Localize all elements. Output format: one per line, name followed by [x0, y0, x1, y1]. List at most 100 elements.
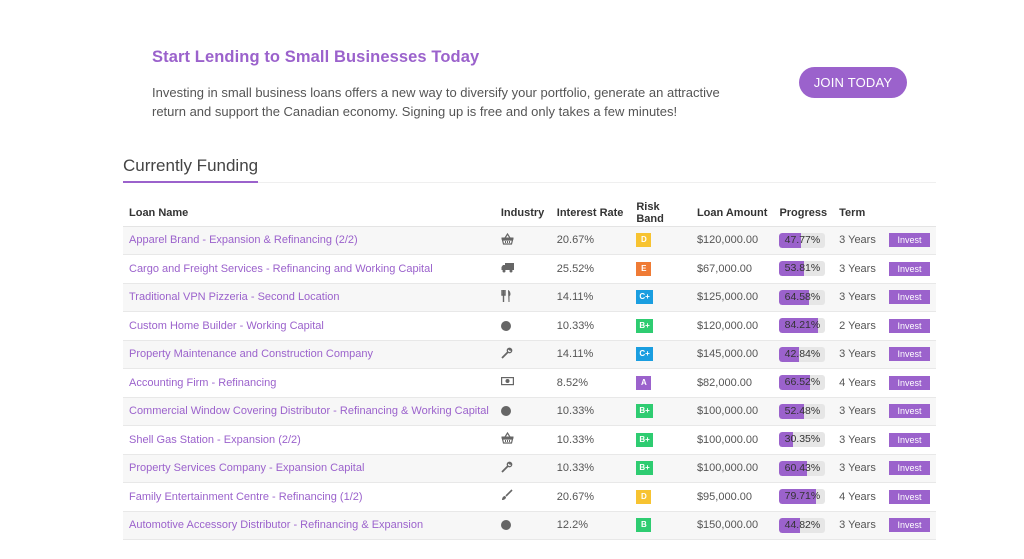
- progress-label: 42.84%: [784, 347, 821, 360]
- loan-name-link[interactable]: Custom Home Builder - Working Capital: [129, 320, 324, 332]
- table-row: Traditional VPN Pizzeria - Second Locati…: [123, 283, 936, 312]
- progress-cell: 53.81%: [773, 254, 834, 284]
- term-cell: 2 Years: [833, 311, 883, 341]
- progress-bar: 30.35%: [779, 432, 826, 448]
- loan-amount-cell: $125,000.00: [690, 283, 774, 312]
- action-cell: Invest: [883, 254, 936, 284]
- invest-button[interactable]: Invest: [889, 489, 930, 504]
- progress-cell: 47.77%: [773, 226, 834, 255]
- risk-band-badge: B+: [636, 404, 653, 419]
- progress-label: 84.21%: [784, 319, 821, 332]
- industry-cell: [494, 311, 551, 341]
- loan-amount-cell: $100,000.00: [690, 425, 774, 455]
- risk-band-badge: A: [636, 375, 652, 390]
- action-cell: Invest: [883, 368, 936, 398]
- loan-amount-cell: $150,000.00: [690, 511, 774, 540]
- invest-button[interactable]: Invest: [889, 432, 930, 447]
- invest-button[interactable]: Invest: [889, 347, 930, 362]
- loans-table: Loan Name Industry Interest Rate Risk Ba…: [123, 200, 936, 540]
- loan-name-cell: Custom Home Builder - Working Capital: [123, 311, 495, 341]
- loan-name-link[interactable]: Accounting Firm - Refinancing: [129, 377, 276, 389]
- header-loan-amount: Loan Amount: [690, 200, 774, 227]
- progress-label: 64.58%: [784, 290, 821, 303]
- progress-cell: 44.82%: [773, 511, 834, 540]
- progress-bar: 66.52%: [779, 375, 826, 391]
- loan-name-link[interactable]: Traditional VPN Pizzeria - Second Locati…: [129, 291, 340, 303]
- loan-name-link[interactable]: Family Entertainment Centre - Refinancin…: [129, 491, 363, 503]
- loan-amount-cell: $67,000.00: [690, 254, 774, 284]
- progress-cell: 60.43%: [773, 454, 834, 483]
- interest-rate-cell: 10.33%: [550, 311, 631, 341]
- term-cell: 3 Years: [833, 454, 883, 483]
- progress-bar: 52.48%: [779, 403, 826, 419]
- table-row: Shell Gas Station - Expansion (2/2) 10.33…: [123, 425, 936, 455]
- action-cell: Invest: [883, 397, 936, 426]
- loan-name-cell: Traditional VPN Pizzeria - Second Locati…: [123, 283, 495, 312]
- progress-cell: 84.21%: [773, 311, 834, 341]
- industry-cell: [494, 511, 551, 540]
- loan-name-link[interactable]: Cargo and Freight Services - Refinancing…: [129, 263, 433, 275]
- loan-name-cell: Cargo and Freight Services - Refinancing…: [123, 254, 495, 284]
- progress-label: 44.82%: [784, 518, 821, 531]
- risk-band-cell: B+: [630, 311, 691, 341]
- term-cell: 3 Years: [833, 283, 883, 312]
- risk-band-badge: B+: [636, 461, 653, 476]
- risk-band-cell: D: [630, 482, 691, 512]
- interest-rate-cell: 12.2%: [550, 511, 631, 540]
- circle-icon: [500, 406, 511, 417]
- invest-button[interactable]: Invest: [889, 290, 930, 305]
- risk-band-cell: E: [630, 254, 691, 284]
- invest-button[interactable]: Invest: [889, 318, 930, 333]
- loan-name-link[interactable]: Apparel Brand - Expansion & Refinancing …: [129, 234, 358, 246]
- progress-label: 52.48%: [784, 404, 821, 417]
- wrench-icon: [501, 461, 513, 473]
- progress-label: 47.77%: [784, 233, 821, 246]
- loan-name-link[interactable]: Property Services Company - Expansion Ca…: [129, 462, 364, 474]
- invest-button[interactable]: Invest: [889, 518, 930, 533]
- loan-name-link[interactable]: Commercial Window Covering Distributor -…: [129, 405, 489, 417]
- invest-button[interactable]: Invest: [889, 404, 930, 419]
- progress-bar: 64.58%: [779, 289, 826, 305]
- loan-name-cell: Property Maintenance and Construction Co…: [123, 340, 495, 369]
- loan-name-cell: Property Services Company - Expansion Ca…: [123, 454, 495, 483]
- interest-rate-cell: 20.67%: [550, 482, 631, 512]
- action-cell: Invest: [883, 454, 936, 483]
- industry-cell: [494, 226, 551, 255]
- header-risk-band: Risk Band: [630, 200, 691, 227]
- action-cell: Invest: [883, 311, 936, 341]
- table-row: Accounting Firm - Refinancing 8.52% A $82,0…: [123, 368, 936, 398]
- risk-band-badge: B: [636, 518, 652, 533]
- loan-name-link[interactable]: Shell Gas Station - Expansion (2/2): [129, 434, 301, 446]
- term-cell: 3 Years: [833, 425, 883, 455]
- industry-cell: [494, 368, 551, 398]
- invest-button[interactable]: Invest: [889, 375, 930, 390]
- loan-amount-cell: $95,000.00: [690, 482, 774, 512]
- invest-button[interactable]: Invest: [889, 233, 930, 248]
- interest-rate-cell: 10.33%: [550, 397, 631, 426]
- join-today-button[interactable]: JOIN TODAY: [799, 67, 907, 98]
- interest-rate-cell: 14.11%: [550, 340, 631, 369]
- wrench-icon: [501, 347, 513, 359]
- table-row: Commercial Window Covering Distributor -…: [123, 397, 936, 426]
- loan-name-link[interactable]: Automotive Accessory Distributor - Refin…: [129, 519, 423, 531]
- header-progress: Progress: [773, 200, 834, 227]
- risk-band-cell: B+: [630, 454, 691, 483]
- term-cell: 4 Years: [833, 368, 883, 398]
- action-cell: Invest: [883, 482, 936, 512]
- invest-button[interactable]: Invest: [889, 261, 930, 276]
- term-cell: 3 Years: [833, 511, 883, 540]
- action-cell: Invest: [883, 511, 936, 540]
- risk-band-cell: B+: [630, 425, 691, 455]
- table-row: Family Entertainment Centre - Refinancin…: [123, 482, 936, 512]
- loan-amount-cell: $100,000.00: [690, 397, 774, 426]
- invest-button[interactable]: Invest: [889, 461, 930, 476]
- industry-cell: [494, 454, 551, 483]
- risk-band-cell: A: [630, 368, 691, 398]
- loan-name-link[interactable]: Property Maintenance and Construction Co…: [129, 348, 373, 360]
- progress-label: 79.71%: [784, 490, 821, 503]
- risk-band-cell: C+: [630, 283, 691, 312]
- industry-cell: [494, 340, 551, 369]
- loan-name-cell: Apparel Brand - Expansion & Refinancing …: [123, 226, 495, 255]
- term-cell: 3 Years: [833, 340, 883, 369]
- term-cell: 3 Years: [833, 397, 883, 426]
